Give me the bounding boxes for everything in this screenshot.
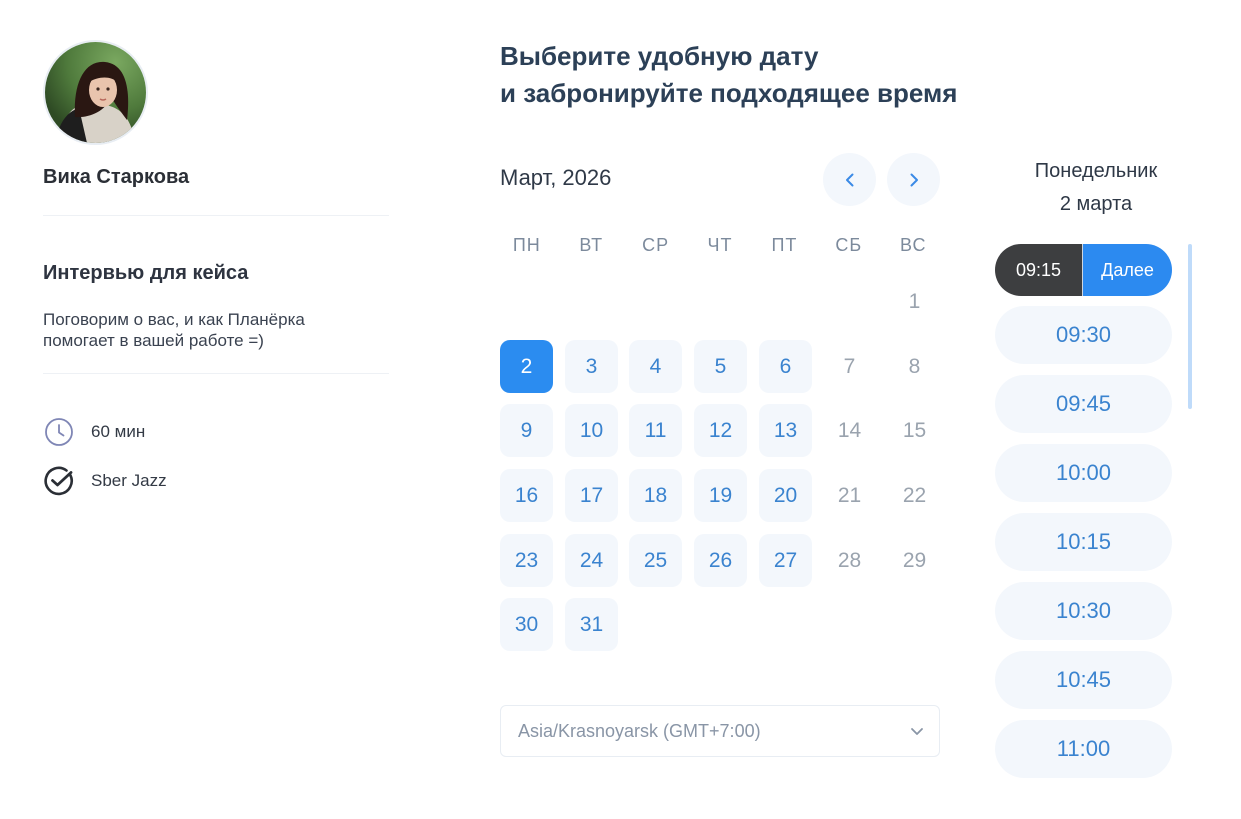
chevron-left-icon bbox=[845, 173, 853, 186]
calendar-day: 8 bbox=[908, 354, 921, 378]
chevron-right-icon bbox=[910, 173, 918, 186]
selected-day-title: Понедельник 2 марта bbox=[996, 155, 1196, 221]
calendar-day: 7 bbox=[843, 354, 856, 378]
time-slot[interactable]: 09:45 bbox=[995, 375, 1172, 433]
timezone-select[interactable]: Asia/Krasnoyarsk (GMT+7:00) bbox=[500, 705, 940, 757]
avatar bbox=[43, 40, 148, 145]
calendar-day[interactable]: 9 bbox=[500, 404, 553, 457]
calendar-day[interactable]: 3 bbox=[565, 340, 618, 393]
selected-weekday: Понедельник bbox=[1034, 160, 1158, 182]
calendar-day[interactable]: 16 bbox=[500, 469, 553, 522]
calendar-day[interactable]: 11 bbox=[629, 404, 682, 457]
calendar-day[interactable]: 6 bbox=[759, 340, 812, 393]
time-slot-list: 09:15 Далее 09:30 09:45 10:00 10:15 10:3… bbox=[995, 244, 1172, 778]
weekday-label: ВТ bbox=[579, 235, 604, 255]
next-button[interactable]: Далее bbox=[1083, 244, 1172, 296]
calendar-day: 15 bbox=[902, 418, 927, 442]
page-title: Выберите удобную дату и забронируйте под… bbox=[500, 38, 1020, 112]
platform-text: Sber Jazz bbox=[91, 471, 167, 490]
booking-page: Вика Старкова Интервью для кейса Поговор… bbox=[0, 0, 1241, 819]
host-panel: Вика Старкова Интервью для кейса Поговор… bbox=[43, 40, 389, 498]
timezone-value: Asia/Krasnoyarsk (GMT+7:00) bbox=[518, 720, 761, 741]
calendar-day[interactable]: 4 bbox=[629, 340, 682, 393]
calendar-day[interactable]: 27 bbox=[759, 534, 812, 587]
platform-row: Sber Jazz bbox=[43, 464, 389, 498]
page-title-line: и забронируйте подходящее время bbox=[500, 78, 958, 108]
slots-scrollbar[interactable] bbox=[1188, 244, 1192, 409]
calendar-day[interactable]: 23 bbox=[500, 534, 553, 587]
calendar-day[interactable]: 13 bbox=[759, 404, 812, 457]
calendar-day: 29 bbox=[902, 548, 927, 572]
calendar-day: 21 bbox=[837, 483, 862, 507]
weekday-label: ЧТ bbox=[707, 235, 733, 255]
calendar-day[interactable]: 10 bbox=[565, 404, 618, 457]
time-slot[interactable]: 10:15 bbox=[995, 513, 1172, 571]
weekday-label: ПТ bbox=[771, 235, 798, 255]
event-description: Поговорим о вас, и как Планёрка помогает… bbox=[43, 309, 389, 351]
calendar-day[interactable]: 30 bbox=[500, 598, 553, 651]
calendar-days-grid: 1 2 3 4 5 6 7 8 9 10 11 12 13 14 15 16 17 18 19 20 21 22 23 24 2… bbox=[500, 275, 940, 655]
calendar-day[interactable]: 26 bbox=[694, 534, 747, 587]
weekday-label: СБ bbox=[835, 235, 863, 255]
calendar-day: 28 bbox=[837, 548, 862, 572]
weekday-label: ВС bbox=[900, 235, 927, 255]
month-label: Март, 2026 bbox=[500, 165, 612, 190]
calendar-day[interactable]: 17 bbox=[565, 469, 618, 522]
calendar-day[interactable]: 24 bbox=[565, 534, 618, 587]
avatar-photo bbox=[45, 42, 146, 143]
event-description-line: Поговорим о вас, и как Планёрка bbox=[43, 310, 305, 329]
duration-row: 60 мин bbox=[43, 415, 389, 449]
event-title: Интервью для кейса bbox=[43, 262, 249, 284]
calendar-day[interactable]: 19 bbox=[694, 469, 747, 522]
time-slot[interactable]: 10:45 bbox=[995, 651, 1172, 709]
clock-icon bbox=[43, 416, 75, 448]
weekday-label: СР bbox=[642, 235, 670, 255]
chevron-down-icon bbox=[911, 728, 923, 735]
next-month-button[interactable] bbox=[887, 153, 940, 206]
time-slot[interactable]: 11:00 bbox=[995, 720, 1172, 778]
duration-text: 60 мин bbox=[91, 422, 146, 441]
calendar-day: 1 bbox=[908, 289, 921, 313]
time-slot[interactable]: 10:30 bbox=[995, 582, 1172, 640]
divider bbox=[43, 215, 389, 216]
weekday-label: ПН bbox=[512, 235, 541, 255]
calendar-day: 22 bbox=[902, 483, 927, 507]
calendar-day-selected[interactable]: 2 bbox=[500, 340, 553, 393]
calendar-day[interactable]: 5 bbox=[694, 340, 747, 393]
calendar-day[interactable]: 25 bbox=[629, 534, 682, 587]
time-slot[interactable]: 10:00 bbox=[995, 444, 1172, 502]
calendar-day: 14 bbox=[837, 418, 862, 442]
calendar-day[interactable]: 20 bbox=[759, 469, 812, 522]
calendar-day[interactable]: 31 bbox=[565, 598, 618, 651]
selected-time-slot: 09:15 Далее bbox=[995, 244, 1172, 296]
divider bbox=[43, 373, 389, 374]
selected-time[interactable]: 09:15 bbox=[995, 244, 1083, 296]
weekday-header: ПН ВТ СР ЧТ ПТ СБ ВС bbox=[500, 235, 940, 256]
selected-date: 2 марта bbox=[1059, 193, 1133, 215]
event-description-line: помогает в вашей работе =) bbox=[43, 331, 264, 350]
sber-check-icon bbox=[43, 465, 75, 497]
prev-month-button[interactable] bbox=[823, 153, 876, 206]
calendar-day[interactable]: 18 bbox=[629, 469, 682, 522]
page-title-line: Выберите удобную дату bbox=[500, 41, 819, 71]
host-name: Вика Старкова bbox=[43, 166, 190, 188]
time-slot[interactable]: 09:30 bbox=[995, 306, 1172, 364]
calendar-day[interactable]: 12 bbox=[694, 404, 747, 457]
